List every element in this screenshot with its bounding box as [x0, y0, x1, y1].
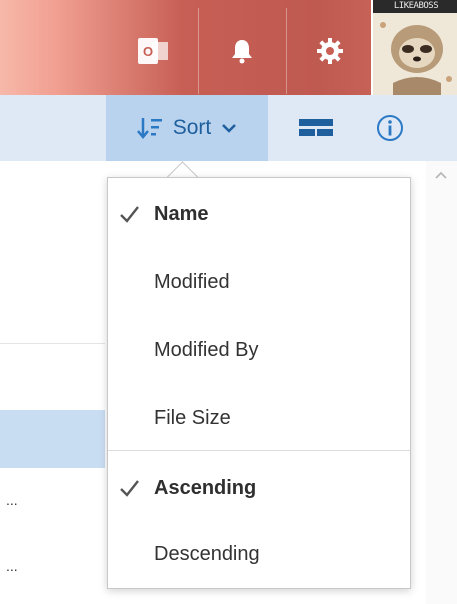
view-toggle-icon — [299, 119, 333, 136]
menu-item-file-size[interactable]: File Size — [108, 388, 410, 448]
menu-item-name[interactable]: Name — [108, 184, 410, 244]
menu-divider — [108, 450, 410, 451]
list-item-truncated[interactable]: ... — [6, 558, 18, 574]
view-toggle-button[interactable] — [296, 112, 336, 144]
scroll-up-arrow-icon[interactable] — [434, 170, 448, 180]
avatar[interactable]: LIKEABOSS — [371, 0, 457, 95]
chevron-down-icon — [222, 124, 237, 133]
checkmark-icon — [120, 480, 139, 497]
svg-text:O: O — [143, 44, 153, 59]
menu-item-label: Name — [154, 202, 209, 225]
menu-item-label: Modified — [154, 270, 230, 293]
gear-icon — [317, 38, 343, 64]
top-bar: O ? LIKEABOSS — [0, 0, 457, 95]
menu-item-descending[interactable]: Descending — [108, 524, 410, 584]
menu-item-ascending[interactable]: Ascending — [108, 458, 410, 518]
menu-item-label: Modified By — [154, 338, 259, 361]
menu-item-modified-by[interactable]: Modified By — [108, 320, 410, 380]
avatar-banner: LIKEABOSS — [373, 0, 457, 13]
list-divider — [0, 343, 105, 344]
office-icon: O — [138, 38, 168, 64]
office-app-button[interactable]: O — [110, 8, 196, 94]
info-icon — [377, 115, 403, 141]
menu-item-label: Ascending — [154, 476, 257, 499]
scrollbar[interactable] — [426, 161, 457, 604]
sort-button[interactable]: Sort — [106, 95, 268, 161]
sort-descending-icon — [136, 118, 162, 139]
sort-button-label: Sort — [172, 116, 212, 139]
notifications-button[interactable] — [198, 8, 285, 94]
bell-icon — [232, 40, 252, 64]
menu-item-label: Descending — [154, 542, 260, 565]
checkmark-icon — [120, 206, 139, 223]
menu-item-modified[interactable]: Modified — [108, 252, 410, 312]
list-item-truncated[interactable]: ... — [6, 492, 18, 508]
list-item-selected[interactable] — [0, 410, 105, 468]
menu-item-label: File Size — [154, 406, 231, 429]
settings-button[interactable] — [286, 8, 373, 94]
sloth-avatar-image — [373, 13, 457, 95]
info-button[interactable] — [370, 112, 410, 144]
sort-menu: Name Modified Modified By File Size Asce… — [107, 177, 411, 589]
